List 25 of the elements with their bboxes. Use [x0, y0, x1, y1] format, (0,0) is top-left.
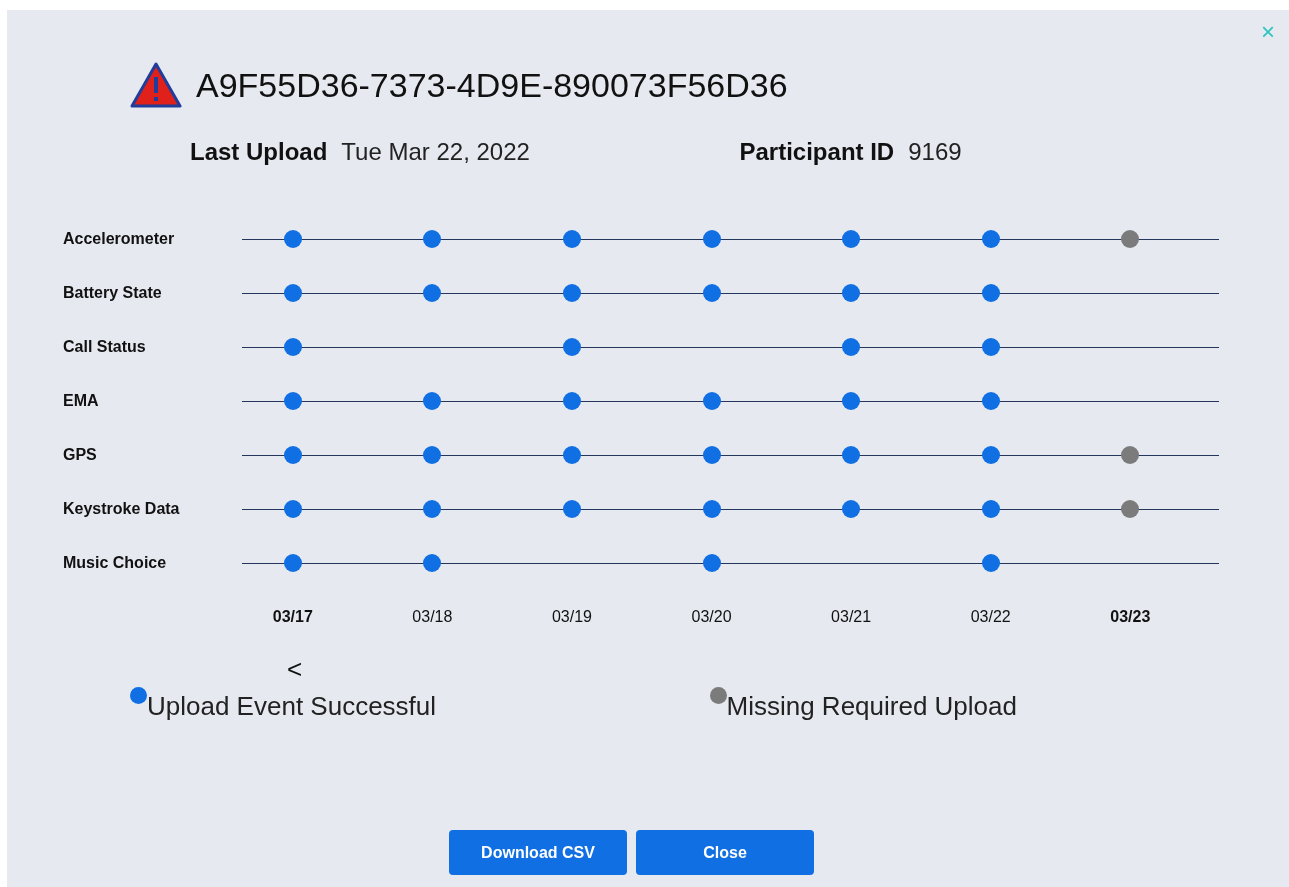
- date-label: 03/19: [550, 608, 593, 626]
- stream-label: EMA: [62, 392, 100, 410]
- legend-label: Missing Required Upload: [726, 691, 1017, 722]
- previous-button[interactable]: <: [287, 654, 303, 685]
- date-label: 03/22: [969, 608, 1012, 626]
- stream-label: Accelerometer: [62, 230, 176, 248]
- date-label: 03/17: [271, 608, 314, 626]
- stream-label: Call Status: [62, 338, 147, 356]
- date-label: 03/23: [1109, 608, 1152, 626]
- warning-icon: [130, 62, 182, 108]
- info-value: Tue Mar 22, 2022: [341, 138, 530, 166]
- stream-label: Battery State: [62, 284, 163, 302]
- dialog-button[interactable]: Download CSV: [449, 830, 627, 875]
- legend-label: Upload Event Successful: [147, 691, 437, 722]
- date-label: 03/18: [411, 608, 454, 626]
- info-label: Participant ID: [739, 138, 895, 166]
- dialog-button[interactable]: Close: [636, 830, 814, 875]
- stream-label: GPS: [62, 446, 98, 464]
- info-label: Last Upload: [190, 138, 328, 166]
- stream-label: Keystroke Data: [62, 500, 181, 518]
- date-label: 03/20: [690, 608, 733, 626]
- stream-label: Music Choice: [62, 554, 168, 572]
- date-label: 03/21: [830, 608, 873, 626]
- info-value: 9169: [908, 138, 962, 166]
- dialog-title: A9F55D36-7373-4D9E-890073F56D36: [196, 65, 788, 105]
